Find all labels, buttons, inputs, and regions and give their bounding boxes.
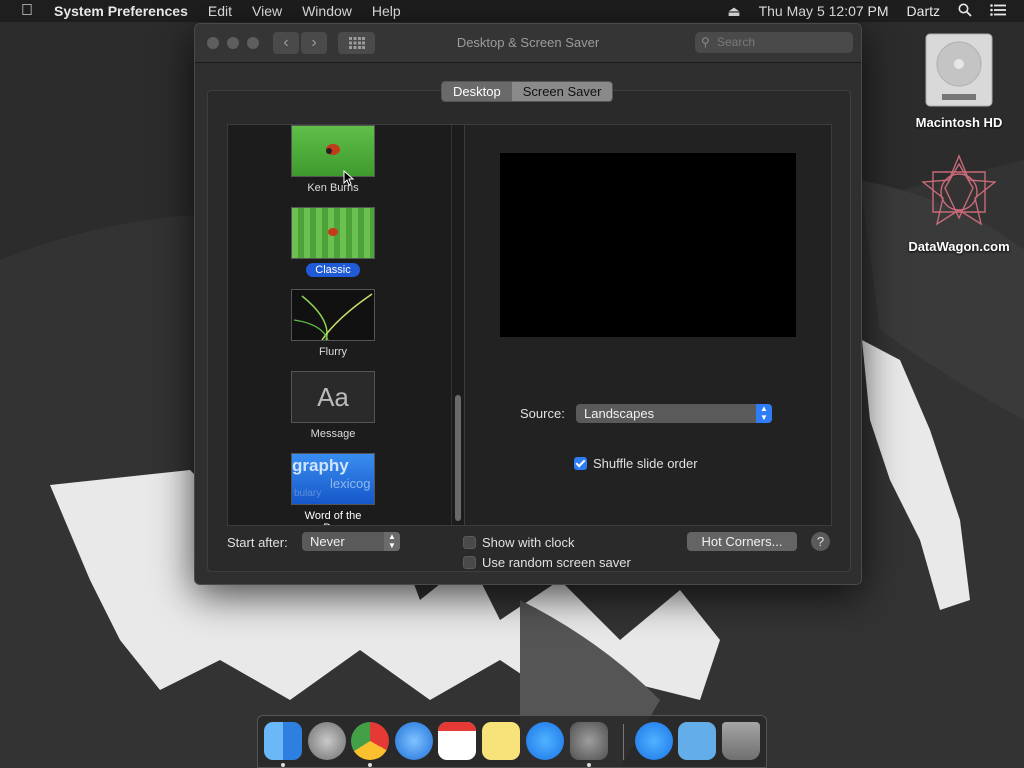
random-saver-label: Use random screen saver <box>482 555 631 570</box>
saver-name: Word of the Day <box>304 510 362 525</box>
screen-saver-list[interactable]: Ken Burns Classic Flurry Aa Message grap… <box>227 124 465 526</box>
screen-saver-preview[interactable] <box>500 153 796 337</box>
shuffle-checkbox[interactable] <box>574 457 587 470</box>
dock-separator <box>623 724 624 760</box>
dock-trash-icon[interactable] <box>722 722 760 760</box>
desktop-icon-label: Macintosh HD <box>915 115 1003 130</box>
eject-icon[interactable]: ⏏ <box>727 3 740 20</box>
saver-thumbnail: Aa <box>291 371 375 423</box>
saver-classic[interactable]: Classic <box>290 207 376 277</box>
dock-launchpad-icon[interactable] <box>308 722 346 760</box>
dock-calendar-icon[interactable] <box>438 722 476 760</box>
search-icon: ⚲ <box>701 35 710 49</box>
word-thumb-text-2: lexicog <box>330 476 371 491</box>
dock-app-store-icon[interactable] <box>526 722 564 760</box>
list-scrollbar-thumb[interactable] <box>455 395 461 521</box>
list-scrollbar[interactable] <box>451 125 464 525</box>
show-clock-label: Show with clock <box>482 535 575 550</box>
menu-clock[interactable]: Thu May 5 12:07 PM <box>759 3 889 19</box>
hard-drive-icon <box>925 33 993 107</box>
dock-downloads-folder-icon[interactable] <box>678 722 716 760</box>
random-saver-checkbox[interactable] <box>463 556 476 569</box>
menu-app-name[interactable]: System Preferences <box>54 3 188 19</box>
source-select[interactable]: Landscapes ▲ ▼ <box>576 404 772 423</box>
pane-tab-control: Desktop Screen Saver <box>441 81 614 102</box>
saver-name: Flurry <box>318 346 348 358</box>
desktop-icon-macintosh-hd[interactable]: Macintosh HD <box>904 32 1014 130</box>
hot-corners-button[interactable]: Hot Corners... <box>687 532 797 551</box>
tab-screen-saver[interactable]: Screen Saver <box>511 82 613 101</box>
preview-pane: Source: Landscapes ▲ ▼ Shuffle slide orde… <box>464 124 832 526</box>
preferences-window: ‹ › Desktop & Screen Saver ⚲ Search Desk… <box>194 23 862 585</box>
tab-desktop[interactable]: Desktop <box>442 82 512 101</box>
saver-name: Ken Burns <box>307 182 359 194</box>
start-after-label: Start after: <box>227 535 288 550</box>
dock-chrome-icon[interactable] <box>351 722 389 760</box>
desktop-icon-datawagon[interactable]: DataWagon.com <box>904 152 1014 254</box>
search-field[interactable]: ⚲ Search <box>695 32 853 53</box>
search-placeholder: Search <box>717 35 756 49</box>
datawagon-logo-icon <box>921 154 997 226</box>
random-saver-row[interactable]: Use random screen saver <box>463 555 631 570</box>
mouse-pointer-icon <box>343 170 355 186</box>
dock-safari-icon[interactable] <box>395 722 433 760</box>
menu-window[interactable]: Window <box>302 3 352 19</box>
desktop-icon-label: DataWagon.com <box>908 239 1010 254</box>
dock-app-store-folder-icon[interactable] <box>635 722 673 760</box>
start-after-select[interactable]: Never ▲ ▼ <box>302 532 400 551</box>
saver-thumbnail <box>291 289 375 341</box>
dock-system-preferences-icon[interactable] <box>570 722 608 760</box>
title-bar[interactable]: ‹ › Desktop & Screen Saver ⚲ Search <box>195 24 861 63</box>
saver-word-of-the-day[interactable]: graphy lexicog bulary Word of the Day <box>290 453 376 525</box>
chevron-updown-icon: ▲ ▼ <box>756 404 772 423</box>
menu-bar:  System Preferences Edit View Window He… <box>0 0 1024 22</box>
message-thumb-text: Aa <box>317 382 349 412</box>
source-label: Source: <box>520 406 565 421</box>
notification-center-icon[interactable] <box>990 3 1006 19</box>
menu-extras: ⏏ Thu May 5 12:07 PM Dartz <box>727 0 1024 22</box>
menu-help[interactable]: Help <box>372 3 401 19</box>
show-clock-checkbox[interactable] <box>463 536 476 549</box>
saver-ken-burns[interactable]: Ken Burns <box>290 125 376 195</box>
start-after-value: Never <box>310 534 345 549</box>
dock-notes-icon[interactable] <box>482 722 520 760</box>
chevron-updown-icon: ▲ ▼ <box>384 532 400 551</box>
menu-edit[interactable]: Edit <box>208 3 232 19</box>
saver-name: Classic <box>306 263 360 277</box>
spotlight-icon[interactable] <box>958 3 972 20</box>
word-thumb-text-1: graphy <box>292 456 349 475</box>
saver-thumbnail <box>291 207 375 259</box>
word-thumb-text-3: bulary <box>294 488 322 499</box>
menu-user[interactable]: Dartz <box>907 3 940 19</box>
saver-message[interactable]: Aa Message <box>290 371 376 441</box>
dock-finder-icon[interactable] <box>264 722 302 760</box>
saver-thumbnail: graphy lexicog bulary <box>291 453 375 505</box>
source-value: Landscapes <box>584 406 655 421</box>
show-clock-row[interactable]: Show with clock <box>463 535 574 550</box>
help-button[interactable]: ? <box>811 532 830 551</box>
saver-thumbnail <box>291 125 375 177</box>
shuffle-checkbox-row[interactable]: Shuffle slide order <box>574 456 698 471</box>
shuffle-label: Shuffle slide order <box>593 456 698 471</box>
apple-icon[interactable]:  <box>0 2 54 20</box>
saver-name: Message <box>310 428 356 440</box>
saver-flurry[interactable]: Flurry <box>290 289 376 359</box>
menu-view[interactable]: View <box>252 3 282 19</box>
dock <box>257 715 767 768</box>
